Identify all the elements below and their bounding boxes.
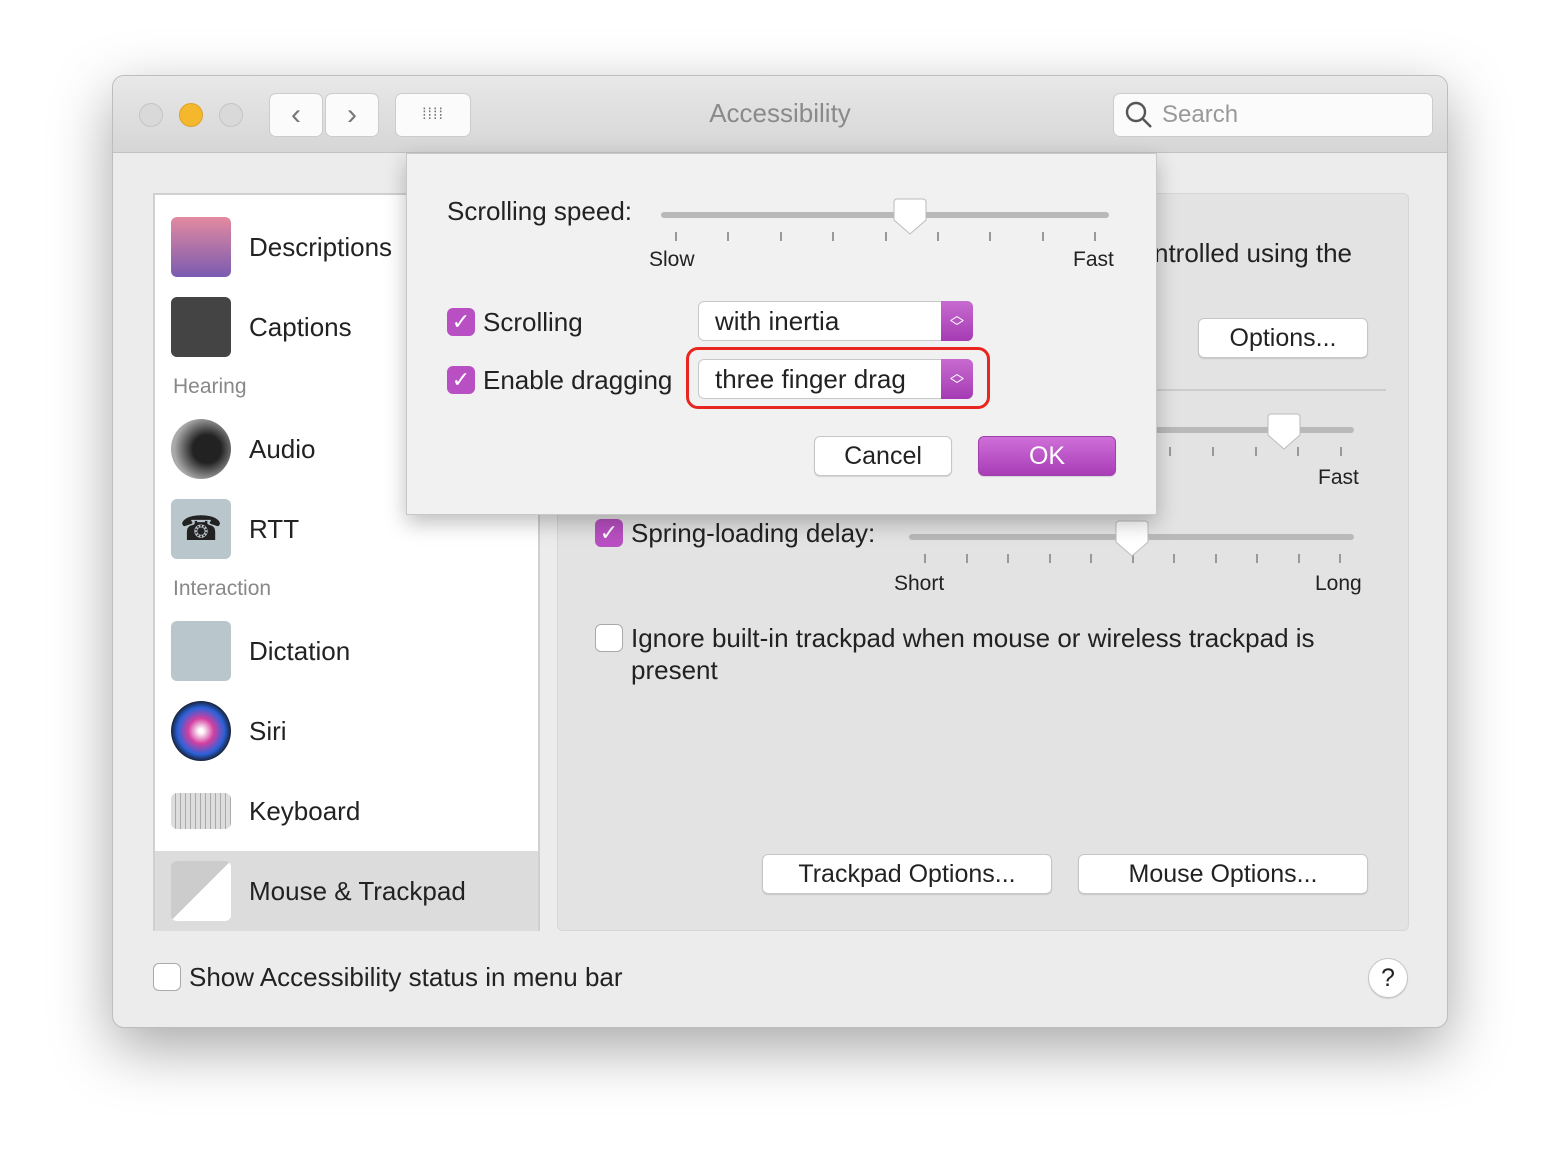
sidebar-item-label: Siri xyxy=(249,715,287,746)
slider-tick xyxy=(1256,554,1258,563)
search-placeholder: Search xyxy=(1162,101,1239,128)
slider-tick xyxy=(1214,554,1217,563)
ignore-trackpad-checkbox[interactable] xyxy=(595,624,623,652)
updown-chevron-icon: ︿ ﹀ xyxy=(941,301,973,341)
trackpad-options-button[interactable]: Trackpad Options... xyxy=(762,854,1052,894)
slider-tick xyxy=(832,232,835,241)
keyboard-icon xyxy=(171,793,231,829)
divider xyxy=(1154,389,1386,391)
help-button[interactable]: ? xyxy=(1368,958,1408,998)
slider-tick xyxy=(1173,554,1175,563)
slider-tick xyxy=(675,232,677,241)
slider-tick xyxy=(924,554,926,563)
title-bar: ‹ › ⁞⁞⁞⁞ Accessibility Search xyxy=(113,76,1447,153)
scrolling-popup[interactable]: with inertia ︿ ﹀ xyxy=(698,301,973,341)
ok-button[interactable]: OK xyxy=(978,436,1116,476)
captions-icon xyxy=(171,297,231,357)
speaker-icon xyxy=(171,419,231,479)
slider-tick xyxy=(1297,554,1300,563)
scrolling-speed-label: Scrolling speed: xyxy=(447,196,632,226)
sidebar-item-label: Descriptions xyxy=(249,231,393,262)
accessibility-window: ‹ › ⁞⁞⁞⁞ Accessibility Search Descriptio… xyxy=(112,75,1448,1028)
slider-tick xyxy=(1007,554,1009,563)
slider-tick xyxy=(727,232,730,241)
slider-tick xyxy=(1041,232,1044,241)
slider-tick xyxy=(1254,447,1257,456)
spring-loading-label: Spring-loading delay: xyxy=(631,518,876,548)
spring-loading-checkbox[interactable]: ✓ xyxy=(595,519,623,547)
slider-tick xyxy=(965,554,968,563)
dragging-checkbox[interactable]: ✓ xyxy=(447,366,475,394)
dragging-popup[interactable]: three finger drag ︿ ﹀ xyxy=(698,359,973,399)
descriptions-icon xyxy=(171,217,231,277)
slider-tick xyxy=(1094,232,1096,241)
show-status-label: Show Accessibility status in menu bar xyxy=(189,962,623,992)
search-input[interactable]: Search xyxy=(1113,93,1433,137)
scrolling-value: with inertia xyxy=(715,305,840,336)
sidebar-item-label: Keyboard xyxy=(249,795,361,826)
slider-thumb[interactable] xyxy=(1267,413,1301,451)
show-status-checkbox[interactable] xyxy=(153,963,181,991)
panel-description-text: ntrolled using the xyxy=(1154,238,1353,268)
fast-label: Fast xyxy=(1073,248,1114,271)
fast-label: Fast xyxy=(1318,466,1359,489)
sidebar-item-label: Mouse & Trackpad xyxy=(249,875,466,906)
sidebar-item-label: Audio xyxy=(249,433,316,464)
section-interaction: Interaction xyxy=(173,577,272,600)
sidebar-item-label: Dictation xyxy=(249,635,351,666)
slider-tick xyxy=(1211,447,1214,456)
dragging-label: Enable dragging xyxy=(483,365,673,395)
dragging-value: three finger drag xyxy=(715,363,906,394)
slow-label: Slow xyxy=(649,248,695,271)
scrolling-speed-slider[interactable] xyxy=(661,212,1109,218)
scrolling-label: Scrolling xyxy=(483,307,583,337)
slider-tick xyxy=(884,232,887,241)
slider-tick xyxy=(1339,554,1341,563)
slider-tick xyxy=(989,232,992,241)
sidebar-item-keyboard[interactable]: Keyboard xyxy=(155,771,538,851)
sidebar-item-dictation[interactable]: Dictation xyxy=(155,611,538,691)
siri-icon xyxy=(171,701,231,761)
sidebar-item-siri[interactable]: Siri xyxy=(155,691,538,771)
sidebar-item-mouse-trackpad[interactable]: Mouse & Trackpad xyxy=(155,851,538,931)
speed-slider-track[interactable] xyxy=(1154,427,1354,433)
cancel-button[interactable]: Cancel xyxy=(814,436,952,476)
slider-tick xyxy=(1090,554,1092,563)
slider-thumb[interactable] xyxy=(893,198,927,236)
slider-tick xyxy=(1048,554,1051,563)
slider-thumb[interactable] xyxy=(1115,520,1149,558)
slider-tick xyxy=(779,232,782,241)
long-label: Long xyxy=(1315,572,1362,595)
scrolling-checkbox[interactable]: ✓ xyxy=(447,308,475,336)
sidebar-item-label: Captions xyxy=(249,311,352,342)
mouse-trackpad-icon xyxy=(171,861,231,921)
short-label: Short xyxy=(894,572,945,595)
slider-tick xyxy=(1169,447,1171,456)
section-hearing: Hearing xyxy=(173,375,247,398)
options-button[interactable]: Options... xyxy=(1198,318,1368,358)
sidebar-item-label: RTT xyxy=(249,513,300,544)
trackpad-options-sheet: Scrolling speed: Slow Fast ✓ Scrolling w… xyxy=(406,153,1157,515)
updown-chevron-icon: ︿ ﹀ xyxy=(941,359,973,399)
slider-tick xyxy=(936,232,939,241)
mouse-options-button[interactable]: Mouse Options... xyxy=(1078,854,1368,894)
slider-tick xyxy=(1340,447,1342,456)
telephone-icon: ☎ xyxy=(171,499,231,559)
search-icon xyxy=(1125,101,1152,128)
ignore-trackpad-label: Ignore built-in trackpad when mouse or w… xyxy=(631,623,1315,685)
microphone-icon xyxy=(171,621,231,681)
